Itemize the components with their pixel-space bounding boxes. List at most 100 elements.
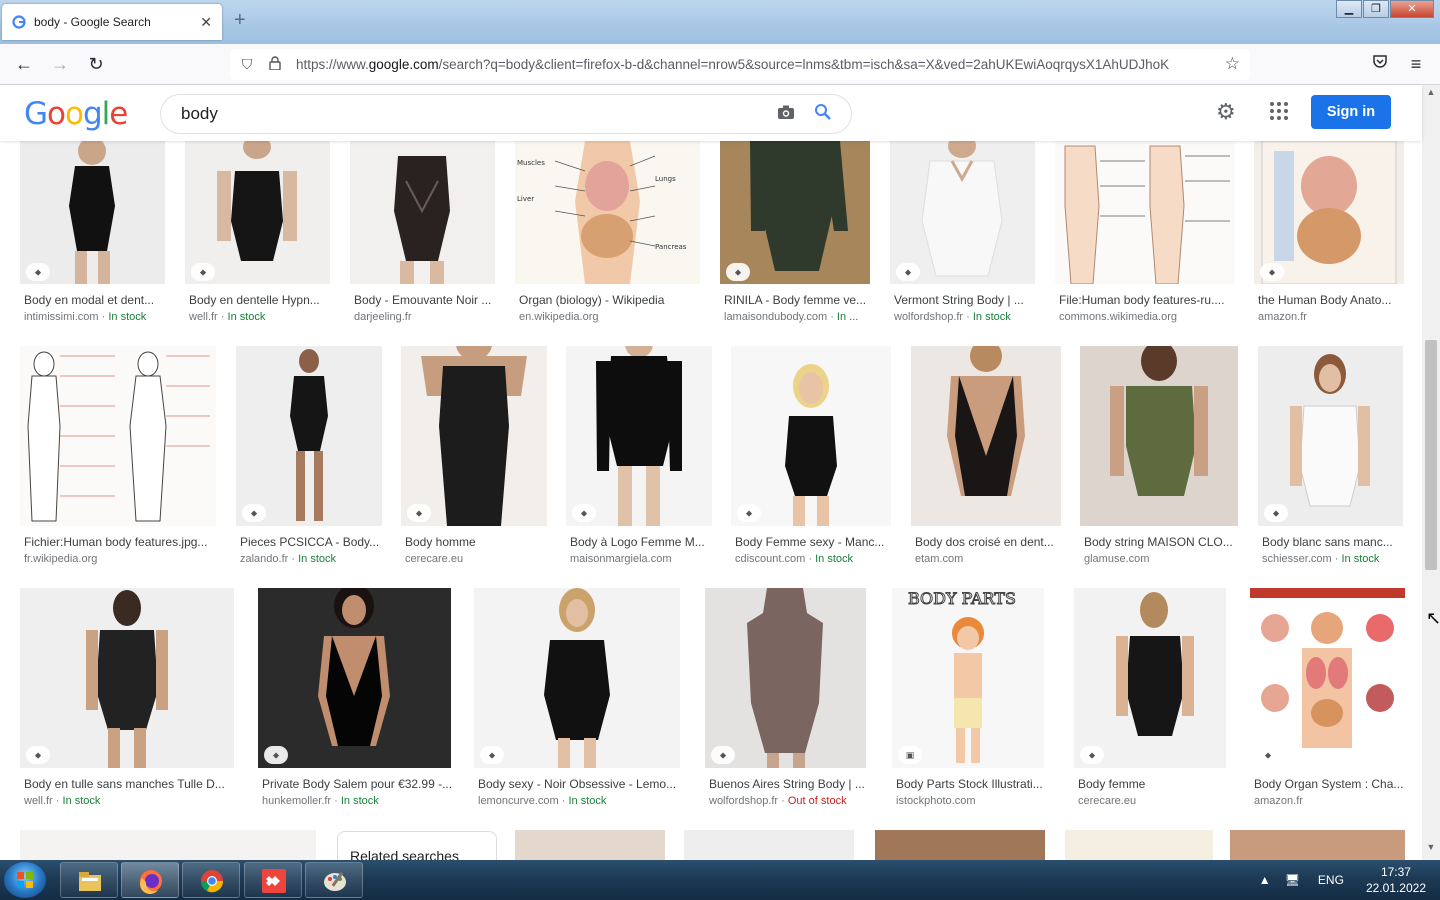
result-caption[interactable]: RINILA - Body femme ve... [724, 293, 869, 307]
result-caption[interactable]: Body à Logo Femme M... [570, 535, 710, 549]
image-result[interactable] [20, 830, 316, 860]
result-source[interactable]: zalando.fr · In stock [240, 553, 386, 565]
result-caption[interactable]: File:Human body features-ru.... [1059, 293, 1234, 307]
taskbar-anydesk[interactable] [244, 862, 302, 898]
result-caption[interactable]: Body en tulle sans manches Tulle D... [24, 777, 234, 791]
clock[interactable]: 17:37 22.01.2022 [1366, 864, 1426, 896]
taskbar-file-explorer[interactable] [60, 862, 118, 898]
taskbar-paint[interactable] [305, 862, 363, 898]
sign-in-button[interactable]: Sign in [1311, 95, 1391, 129]
result-source[interactable]: lemoncurve.com · In stock [478, 795, 684, 807]
image-result[interactable]: ⬥ Pieces PCSICCA - Body... zalando.fr · … [236, 346, 386, 571]
result-thumbnail[interactable] [566, 346, 712, 526]
image-result[interactable] [515, 830, 665, 860]
maximize-button[interactable]: ❐ [1363, 0, 1389, 18]
start-button[interactable] [4, 862, 46, 898]
image-result[interactable]: ⬥ Body Organ System : Cha... amazon.fr [1250, 588, 1410, 813]
back-arrow-icon[interactable]: ← [12, 53, 36, 77]
google-logo[interactable]: Google [24, 96, 128, 132]
browser-tab[interactable]: body - Google Search ✕ [2, 4, 222, 40]
result-caption[interactable]: Body Organ System : Cha... [1254, 777, 1404, 791]
shield-icon[interactable]: ⛉ [236, 56, 258, 73]
result-thumbnail[interactable]: BODY PARTS [892, 588, 1044, 768]
scroll-up-icon[interactable]: ▲ [1422, 87, 1440, 103]
result-source[interactable]: en.wikipedia.org [519, 311, 699, 323]
show-hidden-icons-icon[interactable]: ▲ [1259, 873, 1271, 887]
image-result[interactable] [1230, 830, 1405, 860]
lock-icon[interactable] [264, 56, 286, 73]
image-result[interactable]: ⬥ Body en dentelle Hypn... well.fr · In … [185, 141, 335, 331]
result-thumbnail[interactable] [20, 346, 216, 526]
image-result[interactable]: ⬥ Body à Logo Femme M... maisonmargiela.… [566, 346, 716, 571]
result-source[interactable]: hunkemoller.fr · In stock [262, 795, 455, 807]
result-source[interactable]: cerecare.eu [405, 553, 551, 565]
image-result[interactable]: Body dos croisé en dent... etam.com [911, 346, 1066, 571]
image-result[interactable]: ⬥ Body en modal et dent... intimissimi.c… [20, 141, 170, 331]
result-source[interactable]: etam.com [915, 553, 1065, 565]
page-scrollbar[interactable]: ▲ ▼ [1422, 85, 1440, 860]
result-caption[interactable]: Body en modal et dent... [24, 293, 164, 307]
result-thumbnail[interactable] [1080, 346, 1238, 526]
image-result[interactable] [875, 830, 1045, 860]
image-result[interactable]: ⬥ Body blanc sans manc... schiesser.com … [1258, 346, 1408, 571]
result-source[interactable]: schiesser.com · In stock [1262, 553, 1407, 565]
image-result[interactable]: Body - Emouvante Noir ... darjeeling.fr [350, 141, 500, 331]
result-caption[interactable]: Pieces PCSICCA - Body... [240, 535, 380, 549]
scrollbar-thumb[interactable] [1425, 340, 1437, 570]
image-result[interactable]: Fichier:Human body features.jpg... fr.wi… [20, 346, 220, 571]
result-thumbnail[interactable] [731, 346, 891, 526]
result-source[interactable]: commons.wikimedia.org [1059, 311, 1234, 323]
reload-icon[interactable]: ↻ [84, 53, 108, 77]
result-caption[interactable]: Vermont String Body | ... [894, 293, 1034, 307]
result-thumbnail[interactable] [1258, 346, 1403, 526]
result-caption[interactable]: Body sexy - Noir Obsessive - Lemo... [478, 777, 680, 791]
language-indicator[interactable]: ENG [1318, 873, 1344, 887]
google-apps-icon[interactable] [1270, 102, 1288, 120]
result-source[interactable]: glamuse.com [1084, 553, 1242, 565]
hamburger-menu-icon[interactable]: ≡ [1404, 53, 1428, 77]
result-thumbnail[interactable] [20, 588, 234, 768]
taskbar-chrome[interactable] [182, 862, 240, 898]
result-thumbnail[interactable] [236, 346, 382, 526]
image-result[interactable] [684, 830, 854, 860]
taskbar-firefox[interactable] [121, 862, 179, 898]
result-source[interactable]: intimissimi.com · In stock [24, 311, 174, 323]
result-caption[interactable]: Body blanc sans manc... [1262, 535, 1402, 549]
result-caption[interactable]: Fichier:Human body features.jpg... [24, 535, 220, 549]
result-thumbnail[interactable] [1074, 588, 1226, 768]
result-caption[interactable]: the Human Body Anato... [1258, 293, 1403, 307]
close-window-button[interactable]: ✕ [1390, 0, 1434, 18]
result-caption[interactable]: Body Parts Stock Illustrati... [896, 777, 1051, 791]
image-result[interactable]: ⬥ Private Body Salem pour €32.99 -... hu… [258, 588, 458, 813]
tab-close-icon[interactable]: ✕ [200, 14, 212, 31]
result-thumbnail[interactable] [1250, 588, 1405, 768]
result-caption[interactable]: Body dos croisé en dent... [915, 535, 1065, 549]
network-icon[interactable]: 🖥 [1285, 873, 1300, 887]
result-thumbnail[interactable] [1055, 141, 1235, 284]
result-source[interactable]: cerecare.eu [1078, 795, 1230, 807]
result-source[interactable]: wolfordshop.fr · In stock [894, 311, 1044, 323]
result-source[interactable]: wolfordshop.fr · Out of stock [709, 795, 874, 807]
result-caption[interactable]: Body femme [1078, 777, 1228, 791]
settings-gear-icon[interactable]: ⚙ [1216, 99, 1236, 125]
new-tab-button[interactable]: + [234, 10, 246, 30]
result-thumbnail[interactable] [350, 141, 495, 284]
result-thumbnail[interactable] [705, 588, 866, 768]
forward-arrow-icon[interactable]: → [48, 53, 72, 77]
result-thumbnail[interactable] [911, 346, 1061, 526]
result-source[interactable]: istockphoto.com [896, 795, 1056, 807]
result-caption[interactable]: Private Body Salem pour €32.99 -... [262, 777, 455, 791]
result-thumbnail[interactable] [474, 588, 680, 768]
pocket-icon[interactable] [1368, 53, 1392, 77]
search-input[interactable] [181, 104, 741, 124]
search-icon[interactable] [814, 103, 831, 125]
image-result[interactable]: ⬥ RINILA - Body femme ve... lamaisondubo… [720, 141, 875, 331]
camera-search-icon[interactable] [777, 104, 795, 125]
result-thumbnail[interactable] [401, 346, 547, 526]
related-searches-box[interactable]: Related searches [337, 831, 497, 860]
image-result[interactable]: ⬥ Vermont String Body | ... wolfordshop.… [890, 141, 1040, 331]
minimize-button[interactable]: ▁ [1336, 0, 1362, 18]
result-caption[interactable]: Body homme [405, 535, 545, 549]
result-caption[interactable]: Body en dentelle Hypn... [189, 293, 329, 307]
image-result[interactable]: ⬥ Buenos Aires String Body | ... wolford… [705, 588, 875, 813]
